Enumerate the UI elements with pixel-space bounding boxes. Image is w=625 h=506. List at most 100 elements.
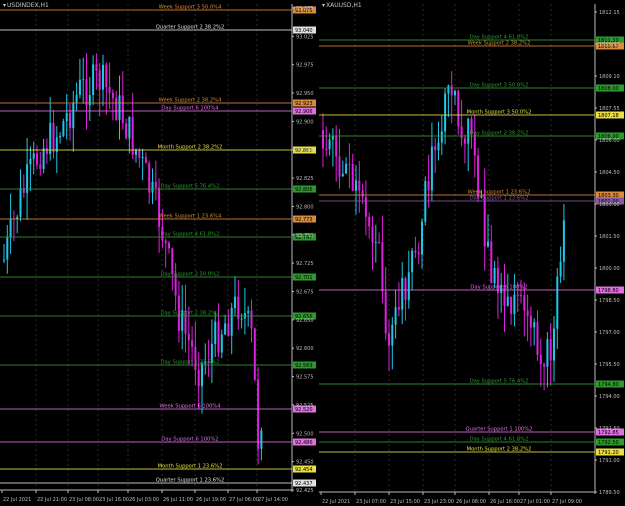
bearish-candle — [539, 354, 542, 365]
bearish-candle — [361, 190, 364, 198]
bullish-candle — [135, 149, 137, 155]
time-tick-label: 23 Jul 15:00 — [390, 499, 420, 505]
bullish-candle — [240, 318, 243, 320]
bearish-candle — [191, 340, 194, 347]
price-tick-label: 92.500 — [296, 431, 314, 437]
price-tag-text: 92.806 — [295, 187, 313, 193]
bullish-candle — [201, 363, 203, 387]
bullish-candle — [19, 188, 22, 217]
bearish-candle — [148, 163, 151, 193]
bearish-candle — [388, 333, 390, 346]
chart-symbol-icon: ▾ — [322, 2, 326, 9]
bearish-candle — [197, 369, 200, 387]
bearish-candle — [397, 307, 400, 310]
bearish-candle — [483, 196, 486, 247]
bearish-candle — [460, 126, 463, 139]
support-level-label: Week Support 2 38.2%4 — [159, 98, 222, 104]
price-tag-text: 92.701 — [295, 275, 313, 281]
bullish-candle — [559, 261, 562, 277]
price-tick-label: 92.600 — [296, 346, 314, 352]
bullish-candle — [562, 220, 565, 262]
support-level-label: Day Support 5 76.4%2 — [161, 184, 220, 190]
support-level-label: Day Support 4 61.8%2 — [470, 437, 529, 443]
xauusd-chart-title: ▾XAUUSD,H1 — [322, 2, 362, 9]
bullish-candle — [214, 321, 217, 344]
bullish-candle — [59, 135, 62, 138]
bearish-candle — [39, 164, 42, 170]
price-tick-label: 1806.00 — [599, 138, 620, 144]
bullish-candle — [430, 146, 433, 191]
bearish-candle — [257, 379, 260, 449]
bearish-candle — [187, 333, 190, 341]
usdindex-chart-window[interactable]: Week Support 3 50.0%4 93.075 Quarter Suppo… — [0, 0, 317, 506]
price-tick-label: 1804.50 — [599, 170, 620, 176]
time-tick-label: 23 Jul 08:00 — [69, 497, 99, 503]
price-tick-label: 1795.50 — [599, 362, 620, 368]
bullish-candle — [487, 241, 489, 247]
support-level-label: Week Support 6 100%4 — [159, 404, 221, 410]
price-tick-label: 92.900 — [296, 119, 314, 125]
bearish-candle — [358, 180, 361, 191]
support-level-label: Day Support 6 100%2 — [470, 285, 527, 291]
support-level-label: Day Support 6 100%2 — [161, 437, 218, 443]
xauusd-chart-window[interactable]: Day Support 4 61.8%2 1811.10 Week Support … — [319, 0, 625, 506]
time-tick-label: 27 Jul 14:00 — [258, 497, 288, 503]
bullish-candle — [102, 64, 104, 90]
support-level-label: Quarter Support 1 23.6%2 — [156, 478, 225, 484]
support-level-label: Day Support 1 23.6%2 — [161, 360, 220, 366]
time-tick-label: 26 Jul 03:00 — [129, 497, 159, 503]
time-tick-label: 22 Jul 21:00 — [37, 497, 67, 503]
bearish-candle — [144, 157, 147, 164]
price-tick-label: 1789.50 — [599, 490, 620, 496]
bullish-candle — [247, 310, 250, 314]
time-tick-label: 26 Jul 19:00 — [196, 497, 226, 503]
bullish-candle — [6, 237, 9, 260]
bearish-candle — [121, 95, 124, 124]
bullish-candle — [401, 278, 404, 310]
xauusd-chart-canvas[interactable]: Day Support 4 61.8%21811.10Week Support … — [319, 0, 625, 506]
bearish-candle — [125, 123, 128, 139]
bullish-candle — [341, 173, 344, 177]
bearish-candle — [384, 291, 387, 334]
bullish-candle — [391, 324, 394, 346]
bullish-candle — [553, 328, 555, 361]
bearish-candle — [131, 116, 134, 155]
bearish-candle — [463, 138, 466, 144]
bearish-candle — [111, 92, 114, 99]
bearish-candle — [490, 241, 493, 284]
usdindex-title-text: USDINDEX,H1 — [7, 2, 49, 9]
price-tag-text: 1808.00 — [598, 86, 619, 92]
bearish-candle — [171, 248, 174, 274]
time-tick-label: 23 Jul 16:00 — [99, 497, 129, 503]
price-tick-label: 92.975 — [296, 63, 314, 69]
bearish-candle — [364, 197, 367, 217]
bearish-candle — [253, 328, 256, 380]
bullish-candle — [234, 296, 236, 309]
bullish-candle — [440, 131, 443, 143]
bullish-candle — [92, 64, 95, 95]
bullish-candle — [49, 122, 52, 155]
bearish-candle — [450, 85, 453, 96]
bullish-candle — [3, 259, 5, 261]
price-tick-label: 92.800 — [296, 204, 314, 210]
bearish-candle — [510, 296, 513, 315]
bearish-candle — [154, 181, 157, 188]
bearish-candle — [98, 70, 101, 90]
support-level-label: Month Support 1 23.6%2 — [158, 464, 223, 470]
bullish-candle — [78, 79, 81, 95]
bullish-candle — [328, 139, 331, 150]
support-level-label: Day Support 4 61.8%2 — [161, 232, 220, 238]
price-tick-label: 92.525 — [296, 403, 314, 409]
bullish-candle — [141, 157, 144, 159]
bearish-candle — [45, 148, 48, 155]
usdindex-chart-title: ▾USDINDEX,H1 — [3, 2, 49, 9]
bullish-candle — [82, 79, 85, 81]
bullish-candle — [506, 296, 509, 306]
price-tick-label: 1803.00 — [599, 202, 620, 208]
usdindex-chart-canvas[interactable]: Week Support 3 50.0%4 93.075 Quarter Suppo… — [0, 0, 317, 506]
time-tick-label: 23 Jul 07:00 — [356, 499, 386, 505]
bullish-candle — [533, 322, 536, 328]
bullish-candle — [556, 276, 559, 329]
time-tick-label: 23 Jul 23:00 — [424, 499, 454, 505]
support-level-label: Day Support 2 38.2%2 — [470, 131, 529, 137]
